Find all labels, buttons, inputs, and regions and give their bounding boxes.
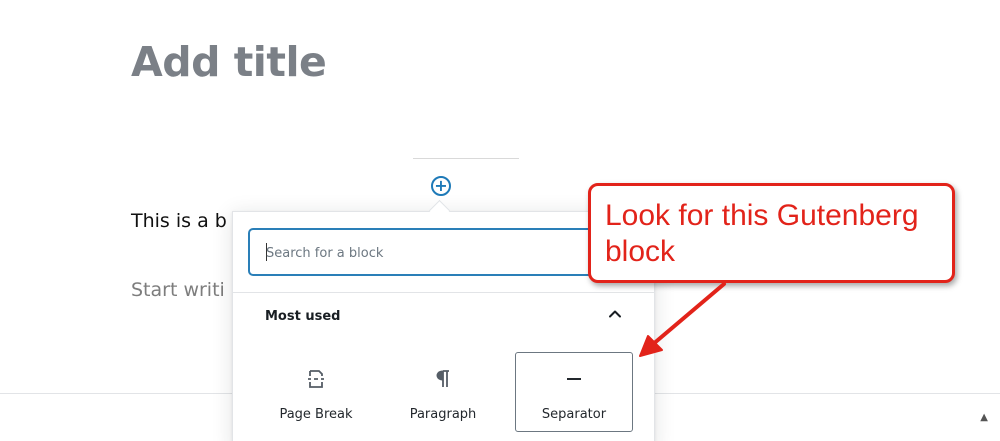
paragraph-block[interactable]: This is a b xyxy=(131,210,227,232)
block-separator-line xyxy=(413,158,519,159)
page-break-icon xyxy=(308,370,324,388)
block-item-separator[interactable]: Separator xyxy=(515,352,633,432)
block-label: Separator xyxy=(541,407,607,422)
separator-icon xyxy=(567,378,581,380)
annotation-text: Look for this Gutenberg block xyxy=(605,199,919,268)
block-label: Page Break xyxy=(279,407,353,422)
editor-canvas: Add title + This is a b Start writi ▲ Mo… xyxy=(0,0,1000,441)
block-list: Page Break Paragraph Separator xyxy=(257,352,637,432)
block-item-page-break[interactable]: Page Break xyxy=(257,352,375,432)
add-block-button[interactable]: + xyxy=(431,176,451,196)
pilcrow-icon xyxy=(436,370,449,387)
post-title-field[interactable]: Add title xyxy=(131,38,327,86)
plus-icon: + xyxy=(434,176,448,195)
paragraph-placeholder[interactable]: Start writi xyxy=(131,279,225,301)
most-used-section-toggle[interactable]: Most used xyxy=(233,293,654,341)
section-title: Most used xyxy=(265,309,341,324)
block-search-input[interactable] xyxy=(264,230,628,276)
block-item-paragraph[interactable]: Paragraph xyxy=(384,352,502,432)
block-search-box[interactable] xyxy=(249,229,639,276)
annotation-callout: Look for this Gutenberg block xyxy=(588,183,955,283)
chevron-up-icon xyxy=(609,310,621,318)
scroll-up-icon[interactable]: ▲ xyxy=(980,412,988,423)
block-label: Paragraph xyxy=(409,407,477,422)
